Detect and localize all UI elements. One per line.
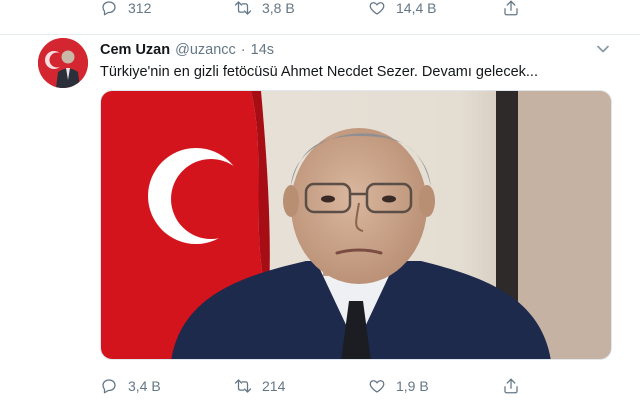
- retweet-icon: [234, 1, 252, 15]
- tweet-media-photo[interactable]: [100, 90, 612, 360]
- tweet-header: Cem Uzan @uzancc · 14s: [100, 42, 274, 58]
- like-button[interactable]: 14,4 B: [368, 0, 502, 17]
- reply-count: 3,4 B: [128, 378, 161, 394]
- tweet-text: Türkiye'nin en gizli fetöcüsü Ahmet Necd…: [100, 64, 538, 80]
- tweet-actions: 3,4 B 214 1,9 B: [100, 377, 530, 395]
- avatar-image: [38, 38, 88, 88]
- share-button[interactable]: [502, 377, 530, 395]
- avatar[interactable]: [38, 38, 88, 88]
- like-button[interactable]: 1,9 B: [368, 377, 502, 395]
- tweet-timestamp[interactable]: 14s: [251, 42, 274, 58]
- retweet-button[interactable]: 3,8 B: [234, 0, 368, 17]
- share-button[interactable]: [502, 0, 530, 17]
- reply-count: 312: [128, 0, 152, 16]
- reply-button[interactable]: 312: [100, 0, 234, 17]
- previous-tweet-actions: 312 3,8 B 14,4 B: [100, 0, 530, 17]
- reply-button[interactable]: 3,4 B: [100, 377, 234, 395]
- separator-dot: ·: [240, 42, 246, 58]
- like-count: 14,4 B: [396, 0, 437, 16]
- reply-icon: [102, 379, 116, 394]
- tweet-divider: [0, 25, 640, 35]
- photo-illustration: [101, 91, 611, 359]
- share-icon: [504, 0, 518, 16]
- display-name[interactable]: Cem Uzan: [100, 42, 170, 58]
- reply-icon: [102, 1, 116, 16]
- retweet-count: 214: [262, 378, 286, 394]
- retweet-icon: [234, 379, 252, 393]
- user-handle[interactable]: @uzancc: [175, 42, 236, 58]
- share-icon: [504, 378, 518, 394]
- retweet-count: 3,8 B: [262, 0, 295, 16]
- like-icon: [369, 380, 385, 393]
- like-icon: [369, 2, 385, 15]
- retweet-button[interactable]: 214: [234, 377, 368, 395]
- like-count: 1,9 B: [396, 378, 429, 394]
- chevron-down-icon[interactable]: [596, 42, 610, 56]
